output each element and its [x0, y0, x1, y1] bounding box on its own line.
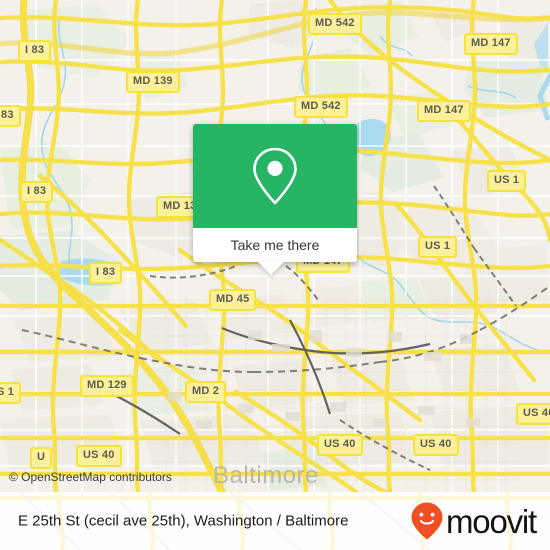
road-shield-label: US 1	[418, 236, 458, 258]
map-pin-icon	[253, 147, 297, 205]
moovit-logo[interactable]: moovit	[410, 501, 537, 541]
road-shield-label: 83	[0, 105, 21, 127]
moovit-pin-icon	[411, 502, 443, 540]
road-shield-label: US 1	[487, 170, 527, 192]
road-shield-label: MD 542	[308, 13, 362, 35]
moovit-map-screenshot: Baltimore I 83 MD 139 MD 542 MD 147 MD 542 MD…	[0, 0, 550, 550]
road-shield-label: MD 542	[294, 96, 348, 118]
map-canvas[interactable]: Baltimore I 83 MD 139 MD 542 MD 147 MD 542 MD…	[0, 0, 550, 492]
road-shield-label: MD 147	[464, 33, 518, 55]
road-shield-label: MD 2	[185, 381, 227, 403]
place-name-label: E 25th St (cecil ave 25th), Washington /…	[18, 512, 349, 530]
road-shield-label: MD 129	[80, 375, 134, 397]
road-shield-label: I 83	[20, 181, 54, 203]
popup-image-area	[193, 124, 357, 228]
road-shield-label: US 40	[413, 434, 459, 456]
road-shield-label: US 40	[76, 445, 122, 467]
moovit-wordmark: moovit	[446, 502, 537, 540]
road-shield-label: US 40	[516, 403, 550, 425]
take-me-there-button[interactable]: Take me there	[193, 228, 357, 262]
take-me-there-label: Take me there	[230, 237, 320, 253]
location-popup-card[interactable]: Take me there	[193, 124, 357, 275]
osm-attribution[interactable]: © OpenStreetMap contributors	[9, 470, 172, 484]
road-shield-label: US 40	[317, 434, 363, 456]
road-shield-label: MD 139	[126, 71, 180, 93]
road-shield-label: S 1	[0, 382, 22, 404]
bottom-info-bar: E 25th St (cecil ave 25th), Washington /…	[0, 492, 550, 550]
road-shield-label: I 83	[18, 40, 52, 62]
road-shield-label: U	[30, 447, 53, 469]
popup-pointer-tail	[257, 261, 285, 275]
road-shield-label: MD 147	[417, 100, 471, 122]
map-city-label: Baltimore	[213, 462, 319, 489]
road-shield-label: I 83	[89, 262, 123, 284]
road-shield-label: MD 45	[209, 289, 257, 311]
